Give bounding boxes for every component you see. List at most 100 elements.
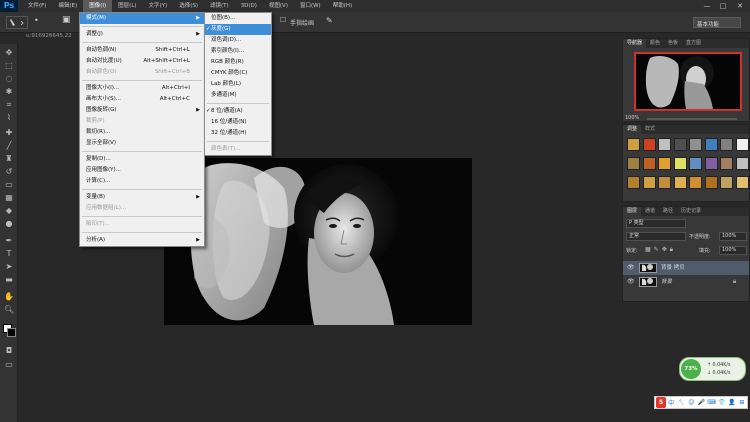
style-swatch[interactable] <box>704 176 718 189</box>
style-swatch[interactable] <box>673 157 687 170</box>
style-swatch[interactable] <box>720 176 733 189</box>
ime-button[interactable]: °, <box>676 399 686 406</box>
style-swatch[interactable] <box>673 176 687 189</box>
menu-item[interactable]: 图像大小(I)... Alt+Ctrl+I <box>80 83 204 94</box>
menu-3[interactable]: 图层(L) <box>112 0 142 12</box>
menu-item[interactable]: ✓ 8 位/通道(A) <box>205 106 271 117</box>
menu-item[interactable]: 模式(M) ▶ <box>80 13 204 24</box>
document-tab[interactable]: u:916926645,22 <box>26 33 78 43</box>
menu-item[interactable]: 多通道(M) <box>205 90 271 101</box>
style-swatch[interactable] <box>689 138 702 151</box>
zoom-slider[interactable] <box>647 118 737 120</box>
eyedropper-icon[interactable]: ⌇ <box>4 113 14 122</box>
menu-item[interactable]: 双色调(D)... <box>205 35 271 46</box>
maximize-button[interactable]: □ <box>716 0 730 12</box>
panel-tab[interactable]: 直方图 <box>682 39 705 48</box>
menu-8[interactable]: 视图(V) <box>263 0 294 12</box>
menu-5[interactable]: 选择(S) <box>173 0 204 12</box>
menu-0[interactable]: 文件(F) <box>22 0 52 12</box>
style-swatch[interactable] <box>642 176 656 189</box>
quick-mask-icon[interactable]: ◘ <box>4 346 14 355</box>
brush-size-icon[interactable]: • <box>34 16 39 25</box>
menu-item[interactable]: 画布大小(S)... Alt+Ctrl+C <box>80 94 204 105</box>
menu-item[interactable]: ✓ 灰度(G) <box>205 24 271 35</box>
menu-item[interactable]: 位图(B)... <box>205 13 271 24</box>
style-swatch[interactable] <box>720 138 733 151</box>
style-swatch[interactable] <box>627 157 640 170</box>
navigator-thumbnail[interactable] <box>634 52 742 111</box>
ime-button[interactable]: 👤 <box>727 399 737 406</box>
quick-select-icon[interactable]: ✱ <box>4 87 14 96</box>
layer-row[interactable]: 👁︎ 背景 🔒︎ <box>623 275 749 289</box>
panel-tab[interactable]: 调整 <box>623 125 642 134</box>
layer-filter-select[interactable]: P 类型 <box>626 219 686 228</box>
style-swatch[interactable] <box>704 157 718 170</box>
style-swatch[interactable] <box>627 138 640 151</box>
menu-item[interactable]: 自动色调(N) Shift+Ctrl+L <box>80 45 204 56</box>
network-speed-widget[interactable]: 73% ↑ 0.04K/s ↓ 0.04K/s <box>679 357 746 381</box>
ime-button[interactable]: ☺ <box>686 399 696 406</box>
workspace-select[interactable]: 基本功能 <box>693 17 741 28</box>
menu-item[interactable]: 16 位/通道(N) <box>205 117 271 128</box>
history-brush-icon[interactable]: ↺ <box>4 167 14 176</box>
menu-item[interactable]: 自动对比度(U) Alt+Shift+Ctrl+L <box>80 56 204 67</box>
menu-9[interactable]: 窗口(W) <box>294 0 327 12</box>
move-tool-icon[interactable]: ✥ <box>4 48 14 57</box>
menu-item[interactable]: 调整(J) ▶ <box>80 29 204 40</box>
style-swatch[interactable] <box>689 176 702 189</box>
pressure-icon[interactable]: ✎ <box>326 16 333 25</box>
menu-2[interactable]: 图像(I) <box>83 0 113 12</box>
blur-tool-icon[interactable]: ◆ <box>4 206 14 215</box>
sample-all-layers-checkbox[interactable]: ☐ <box>280 16 286 24</box>
menu-item[interactable]: 应用图像(Y)... <box>80 165 204 176</box>
fill-input[interactable]: 100% <box>719 246 747 255</box>
hand-tool-icon[interactable]: ✋ <box>4 292 14 301</box>
menu-item[interactable]: 索引颜色(I)... <box>205 46 271 57</box>
panel-tab[interactable]: 色板 <box>664 39 682 48</box>
style-swatch[interactable] <box>658 176 671 189</box>
style-swatch[interactable] <box>704 138 718 151</box>
menu-7[interactable]: 3D(D) <box>235 0 263 12</box>
style-swatch[interactable] <box>658 138 671 151</box>
style-swatch[interactable] <box>642 157 656 170</box>
menu-item[interactable]: 裁切(R)... <box>80 127 204 138</box>
opacity-input[interactable]: 100% <box>719 232 747 241</box>
gradient-tool-icon[interactable]: ▦ <box>4 193 14 202</box>
screen-mode-icon[interactable]: ▭ <box>4 360 14 369</box>
eye-icon[interactable]: 👁︎ <box>627 275 635 289</box>
document-canvas[interactable] <box>164 158 472 325</box>
ime-button[interactable]: ⊞ <box>737 399 747 406</box>
lasso-tool-icon[interactable]: ◌ <box>4 74 14 83</box>
crop-tool-icon[interactable]: ⌗ <box>4 100 14 109</box>
menu-4[interactable]: 文字(Y) <box>143 0 174 12</box>
ime-button[interactable]: 👕 <box>717 399 727 406</box>
style-swatch[interactable] <box>673 138 687 151</box>
style-swatch[interactable] <box>735 157 749 170</box>
menu-item[interactable]: 复制(D)... <box>80 154 204 165</box>
ime-button[interactable]: 🎤 <box>696 399 706 406</box>
style-swatch[interactable] <box>689 157 702 170</box>
zoom-value[interactable]: 100% <box>625 115 639 121</box>
pen-tool-icon[interactable]: ✒ <box>4 236 14 245</box>
brush-tool-icon[interactable]: ╱ <box>4 141 14 150</box>
menu-item[interactable]: Lab 颜色(L) <box>205 79 271 90</box>
panel-tab[interactable]: 通道 <box>641 207 659 216</box>
ime-button[interactable]: S <box>656 397 667 408</box>
menu-item[interactable]: 分析(A) ▶ <box>80 235 204 246</box>
path-select-icon[interactable]: ➤ <box>4 262 14 271</box>
ime-button[interactable]: ⌨ <box>707 399 717 406</box>
menu-item[interactable]: 显示全部(V) <box>80 138 204 149</box>
style-swatch[interactable] <box>642 138 656 151</box>
style-swatch[interactable] <box>627 176 640 189</box>
style-swatch[interactable] <box>720 157 733 170</box>
eye-icon[interactable]: 👁︎ <box>627 261 635 275</box>
brush-panel-icon[interactable]: ▣ <box>62 15 71 25</box>
zoom-tool-icon[interactable]: 🔍︎ <box>4 305 14 314</box>
style-swatch[interactable] <box>735 176 749 189</box>
menu-item[interactable]: RGB 颜色(R) <box>205 57 271 68</box>
menu-10[interactable]: 帮助(H) <box>327 0 358 12</box>
blend-mode-select[interactable]: 正常 <box>626 232 686 241</box>
style-swatch[interactable] <box>658 157 671 170</box>
panel-tab[interactable]: 导航器 <box>623 39 647 48</box>
menu-item[interactable]: 变量(B) ▶ <box>80 192 204 203</box>
